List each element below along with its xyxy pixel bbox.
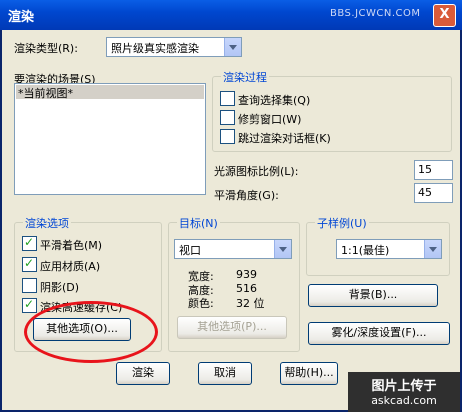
subsampling-title: 子样例(U)	[315, 215, 369, 231]
render-type-label: 渲染类型(R):	[14, 42, 78, 55]
light-icon-scale-input[interactable]: 15	[414, 160, 453, 180]
cancel-button[interactable]: 取消	[198, 362, 252, 385]
crop-window-checkbox[interactable]	[220, 110, 235, 125]
skip-dialog-label: 跳过渲染对话框(K)	[238, 132, 331, 145]
render-cache-checkbox[interactable]	[22, 297, 37, 313]
close-icon: X	[439, 7, 450, 22]
render-type-value: 照片级真实感渲染	[111, 42, 199, 55]
subsampling-value: 1:1(最佳)	[341, 244, 390, 257]
render-options-title: 渲染选项	[23, 215, 71, 231]
scene-list[interactable]: *当前视图*	[14, 83, 206, 195]
smooth-shade-checkbox[interactable]	[22, 235, 37, 251]
query-selection-checkbox[interactable]	[220, 91, 235, 106]
destination-select[interactable]: 视口	[174, 239, 292, 259]
smoothing-angle-input[interactable]: 45	[414, 183, 453, 203]
render-button[interactable]: 渲染	[116, 362, 170, 385]
width-value: 939	[236, 268, 257, 281]
chevron-down-icon[interactable]	[424, 240, 441, 258]
color-label: 颜色:	[188, 297, 214, 310]
title-bar: 渲染 BBS.JCWCN.COM X	[0, 0, 462, 30]
apply-materials-checkbox[interactable]	[22, 256, 37, 272]
destination-value: 视口	[179, 244, 201, 257]
destination-title: 目标(N)	[177, 215, 220, 231]
chevron-down-icon[interactable]	[224, 38, 241, 56]
shadows-checkbox[interactable]	[22, 278, 37, 293]
height-value: 516	[236, 282, 257, 295]
watermark-line1: 图片上传于	[371, 379, 437, 394]
query-selection-label: 查询选择集(Q)	[238, 94, 311, 107]
help-button[interactable]: 帮助(H)...	[280, 362, 338, 385]
fog-depth-button[interactable]: 雾化/深度设置(F)...	[308, 322, 450, 345]
crop-window-label: 修剪窗口(W)	[238, 113, 302, 126]
render-dialog: 渲染 BBS.JCWCN.COM X 渲染类型(R): 照片级真实感渲染 要渲染…	[0, 0, 462, 412]
subsampling-select[interactable]: 1:1(最佳)	[336, 239, 442, 259]
apply-materials-label: 应用材质(A)	[40, 260, 101, 273]
render-type-select[interactable]: 照片级真实感渲染	[106, 37, 242, 57]
destination-more-options-button[interactable]: 其他选项(P)...	[177, 316, 287, 339]
color-value: 32 位	[236, 297, 265, 310]
smooth-shade-label: 平滑着色(M)	[40, 239, 103, 252]
background-button[interactable]: 背景(B)...	[308, 284, 438, 307]
chevron-down-icon[interactable]	[274, 240, 291, 258]
watermark-text: BBS.JCWCN.COM	[330, 8, 421, 19]
shadows-label: 阴影(D)	[40, 281, 80, 294]
skip-dialog-checkbox[interactable]	[220, 129, 235, 144]
light-icon-scale-label: 光源图标比例(L):	[214, 165, 299, 178]
render-process-title: 渲染过程	[221, 69, 269, 85]
list-item[interactable]: *当前视图*	[16, 85, 204, 100]
watermark-line2: askcad.com	[371, 394, 437, 407]
bottom-watermark: 图片上传于 askcad.com	[348, 372, 460, 412]
close-button[interactable]: X	[433, 4, 456, 27]
smoothing-angle-label: 平滑角度(G):	[214, 189, 279, 202]
highlight-annotation	[24, 301, 158, 363]
window-title: 渲染	[8, 10, 35, 25]
